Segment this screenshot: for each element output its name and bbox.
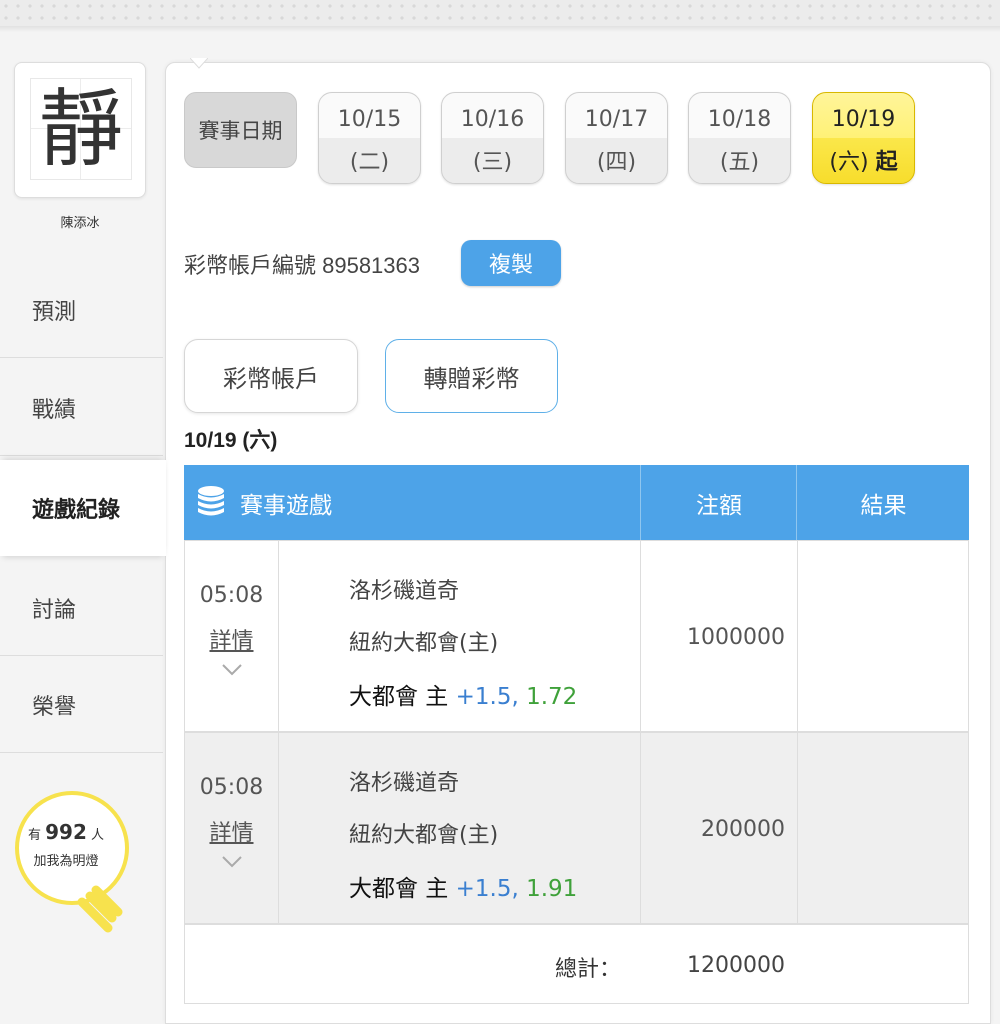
game-cell: 洛杉磯道奇 紐約大都會(主) 大都會 主 +1.5, 1.91	[279, 733, 641, 923]
header-game: 賽事遊戲	[240, 492, 332, 519]
date-weekday: (五)	[719, 150, 760, 175]
table-row: 05:08 詳情 洛杉磯道奇 紐約大都會(主) 大都會 主 +1.5, 1.91…	[184, 732, 969, 924]
fan-suffix: 人	[91, 828, 105, 843]
sidebar-item-label: 預測	[32, 298, 77, 324]
pick-handicap: +1.5,	[455, 876, 519, 902]
date-value: 10/16	[460, 107, 525, 132]
user-name: 陳添冰	[60, 216, 100, 231]
date-button-1018[interactable]: 10/18 (五)	[688, 92, 791, 184]
pick-odds: 1.91	[526, 876, 578, 902]
avatar-grid: 靜	[30, 78, 132, 180]
account-number: 彩幣帳戶編號 89581363	[184, 253, 420, 278]
detail-link[interactable]: 詳情	[185, 623, 278, 655]
amount-cell: 1000000	[641, 541, 798, 731]
pick-team: 大都會 主	[349, 684, 449, 710]
date-button-1016[interactable]: 10/16 (三)	[441, 92, 544, 184]
fan-number: 992	[45, 820, 87, 844]
date-value: 10/18	[707, 107, 772, 132]
sidebar-item-label: 遊戲紀錄	[32, 497, 121, 522]
avatar[interactable]: 靜	[14, 62, 146, 198]
pick-handicap: +1.5,	[455, 684, 519, 710]
date-weekday-with-badge: (六) 起	[813, 144, 914, 176]
pick-team: 大都會 主	[349, 876, 449, 902]
sidebar-item-label: 討論	[32, 596, 77, 622]
tab-transfer-coins[interactable]: 轉贈彩幣	[385, 339, 558, 413]
sidebar-item-predict[interactable]: 預測	[0, 262, 163, 358]
away-team: 洛杉磯道奇	[349, 579, 460, 604]
date-badge: 起	[875, 150, 898, 175]
date-weekday: (二)	[349, 150, 390, 175]
sidebar-item-game-history[interactable]: 遊戲紀錄	[0, 460, 166, 556]
detail-link[interactable]: 詳情	[185, 815, 278, 847]
date-weekday: (六)	[829, 150, 869, 175]
fan-prefix: 有	[27, 828, 41, 843]
follow-cta[interactable]: 加我為明燈	[0, 850, 132, 869]
avatar-character: 靜	[38, 80, 123, 178]
date-value: 10/19	[831, 107, 896, 132]
date-button-1019-selected[interactable]: 10/19 (六) 起	[812, 92, 915, 184]
pick-odds: 1.72	[526, 684, 578, 710]
date-filter-label: 賽事日期	[184, 92, 297, 168]
fan-count: 有 992 人	[0, 820, 132, 844]
total-label: 總計：	[555, 957, 622, 982]
top-decorative-strip	[0, 0, 1000, 32]
header-result: 結果	[796, 465, 970, 540]
table-header: 賽事遊戲 注額 結果	[184, 465, 969, 540]
date-button-1017[interactable]: 10/17 (四)	[565, 92, 668, 184]
table-row: 05:08 詳情 洛杉磯道奇 紐約大都會(主) 大都會 主 +1.5, 1.72…	[184, 540, 969, 732]
header-amount: 注額	[640, 465, 797, 540]
bet-pick: 大都會 主 +1.5, 1.91	[349, 869, 577, 903]
sidebar-item-label: 榮譽	[32, 693, 77, 719]
home-team: 紐約大都會(主)	[349, 631, 499, 656]
total-value: 1200000	[687, 953, 785, 978]
game-cell: 洛杉磯道奇 紐約大都會(主) 大都會 主 +1.5, 1.72	[279, 541, 641, 731]
date-weekday: (四)	[596, 150, 637, 175]
day-heading: 10/19 (六)	[184, 429, 278, 452]
copy-button[interactable]: 複製	[461, 240, 561, 286]
result-cell	[798, 733, 970, 923]
time-cell: 05:08 詳情	[185, 733, 279, 923]
sidebar-item-discussion[interactable]: 討論	[0, 560, 163, 656]
chevron-down-icon[interactable]	[221, 663, 243, 677]
away-team: 洛杉磯道奇	[349, 771, 460, 796]
bet-amount: 1000000	[687, 625, 785, 650]
panel-notch	[190, 58, 208, 69]
result-cell	[798, 541, 970, 731]
date-weekday: (三)	[472, 150, 513, 175]
game-time: 05:08	[199, 583, 264, 608]
bet-pick: 大都會 主 +1.5, 1.72	[349, 677, 577, 711]
sidebar-item-honors[interactable]: 榮譽	[0, 657, 163, 753]
sidebar-item-label: 戰績	[32, 396, 77, 422]
tab-coin-account[interactable]: 彩幣帳戶	[184, 339, 358, 413]
bet-amount: 200000	[701, 817, 785, 842]
date-value: 10/15	[337, 107, 402, 132]
date-button-1015[interactable]: 10/15 (二)	[318, 92, 421, 184]
time-cell: 05:08 詳情	[185, 541, 279, 731]
home-team: 紐約大都會(主)	[349, 823, 499, 848]
game-time: 05:08	[199, 775, 264, 800]
chevron-down-icon[interactable]	[221, 855, 243, 869]
total-row: 總計： 1200000	[184, 924, 969, 1004]
sidebar-item-record[interactable]: 戰績	[0, 360, 163, 456]
date-value: 10/17	[584, 107, 649, 132]
amount-cell: 200000	[641, 733, 798, 923]
